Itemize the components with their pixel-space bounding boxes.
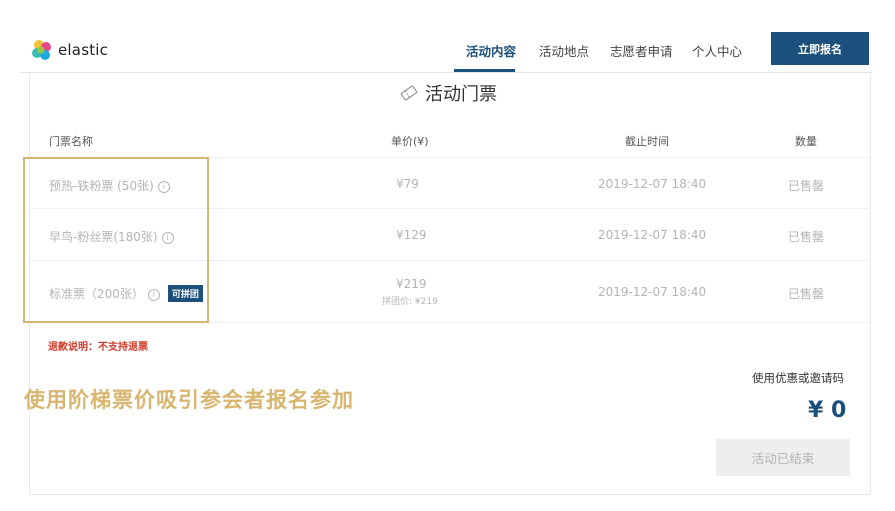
logo-text: elastic: [58, 41, 109, 59]
top-nav: elastic 活动内容 活动地点 志愿者申请 个人中心 立即报名: [20, 28, 872, 72]
section-title: 活动门票: [399, 80, 497, 106]
status-cell: 已售罄: [788, 179, 825, 193]
nav-divider: [20, 72, 872, 73]
logo[interactable]: elastic: [30, 38, 108, 62]
event-ended-button[interactable]: 活动已结束: [716, 439, 850, 476]
deadline-cell: 2019-12-07 18:40: [598, 285, 707, 299]
section-title-text: 活动门票: [425, 84, 497, 105]
nav-link-profile[interactable]: 个人中心: [692, 41, 742, 60]
header-price: 单价(¥): [391, 135, 429, 148]
group-price-cell: 拼团价: ¥219: [382, 297, 438, 307]
coupon-link[interactable]: 使用优惠或邀请码: [752, 370, 844, 386]
promo-caption: 使用阶梯票价吸引参会者报名参加: [24, 388, 354, 412]
deadline-cell: 2019-12-07 18:40: [598, 228, 707, 242]
refund-note: 退款说明：不支持退票: [48, 342, 148, 353]
price-cell: ¥79: [396, 177, 419, 191]
register-button[interactable]: 立即报名: [771, 32, 869, 65]
status-cell: 已售罄: [788, 287, 825, 301]
price-cell: ¥129: [396, 228, 427, 242]
header-quantity: 数量: [795, 135, 817, 148]
nav-link-volunteer[interactable]: 志愿者申请: [610, 41, 673, 60]
status-cell: 已售罄: [788, 230, 825, 244]
total-amount: ¥ 0: [808, 398, 847, 423]
header-deadline: 截止时间: [625, 135, 669, 148]
header-ticket-name: 门票名称: [49, 135, 93, 148]
price-cell: ¥219: [396, 277, 427, 291]
ticket-icon: [400, 85, 418, 101]
nav-link-location[interactable]: 活动地点: [539, 41, 589, 60]
ticket-names-highlight: [23, 157, 209, 323]
nav-link-content[interactable]: 活动内容: [466, 41, 516, 60]
deadline-cell: 2019-12-07 18:40: [598, 177, 707, 191]
elastic-logo-icon: [32, 40, 51, 60]
